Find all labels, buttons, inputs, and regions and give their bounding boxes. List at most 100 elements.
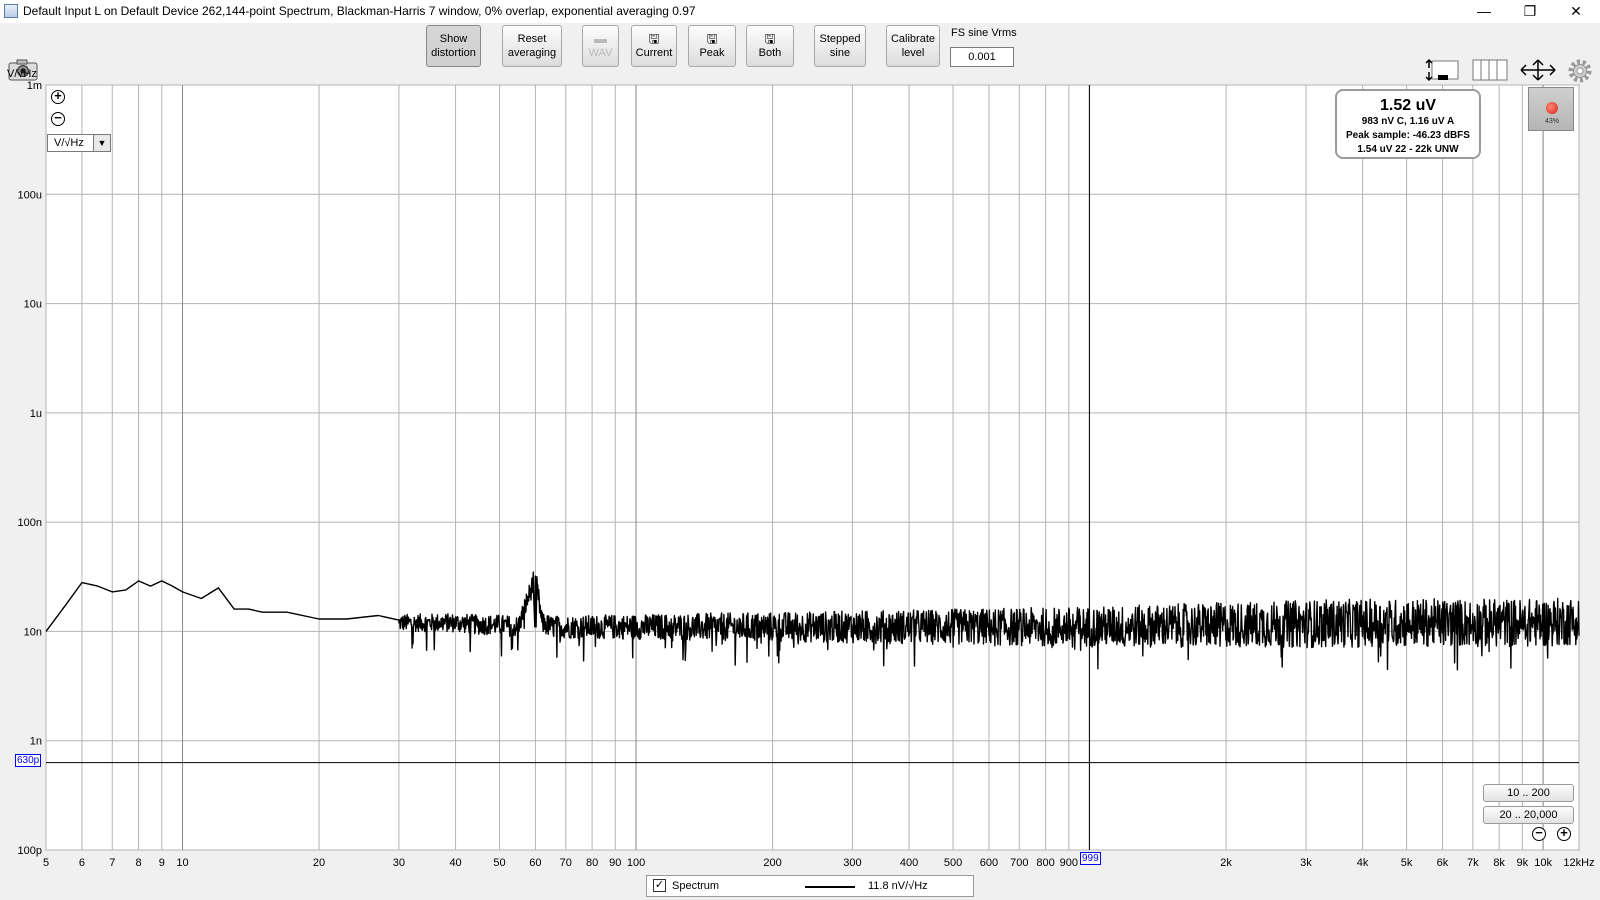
x-tick-label: 5 — [43, 857, 49, 869]
y-tick-label: 100u — [18, 189, 42, 201]
range-20-20000-button[interactable]: 20 .. 20,000 — [1483, 806, 1574, 824]
x-tick-label: 90 — [609, 857, 621, 869]
save-current-button[interactable]: 🖫 Current — [631, 25, 677, 67]
x-zoom-in-icon[interactable]: + — [1557, 826, 1571, 841]
x-tick-label: 8 — [136, 857, 142, 869]
x-tick-label: 700 — [1010, 857, 1028, 869]
show-distortion-label-1: Show — [439, 33, 468, 45]
reset-averaging-label-2: averaging — [507, 47, 557, 59]
x-tick-label: 5k — [1401, 857, 1413, 869]
y-tick-label: 100p — [18, 845, 42, 857]
range-10-200-button[interactable]: 10 .. 200 — [1483, 784, 1574, 802]
y-tick-label: 100n — [18, 517, 42, 529]
x-tick-label: 8k — [1493, 857, 1505, 869]
x-tick-label: 7 — [109, 857, 115, 869]
x-tick-label: 4k — [1357, 857, 1369, 869]
restore-button[interactable]: ❐ — [1507, 0, 1553, 23]
record-button[interactable]: 43% — [1528, 87, 1574, 131]
x-tick-label: 30 — [393, 857, 405, 869]
spectrum-checkbox[interactable]: ✓ — [653, 879, 666, 892]
wav-label: WAV — [588, 47, 613, 59]
x-tick-label: 10 — [176, 857, 188, 869]
zoom-out-icon[interactable]: − — [51, 111, 65, 126]
fs-sine-vrms-input[interactable] — [950, 47, 1014, 67]
x-tick-label: 300 — [843, 857, 861, 869]
window-title: Default Input L on Default Device 262,14… — [23, 4, 696, 18]
legend: ✓ Spectrum 11.8 nV/√Hz — [646, 875, 974, 897]
folder-icon: ▬ — [594, 31, 607, 46]
legend-line-swatch — [805, 886, 855, 888]
current-label: Current — [635, 47, 673, 59]
save-peak-button[interactable]: 🖫 Peak — [688, 25, 736, 67]
save-both-button[interactable]: 🖫 Both — [746, 25, 794, 67]
floppy-disk-icon: 🖫 — [706, 31, 718, 46]
level-readout-panel: 1.52 uV 983 nV C, 1.16 uV A Peak sample:… — [1335, 89, 1481, 159]
y-axis-unit-label: V/√Hz — [7, 68, 37, 80]
plot-area — [45, 84, 1580, 851]
x-tick-label: 9k — [1517, 857, 1529, 869]
calibrate-level-label-2: level — [901, 47, 925, 59]
close-button[interactable]: ✕ — [1553, 0, 1599, 23]
x-tick-label: 3k — [1300, 857, 1312, 869]
x-tick-label: 9 — [159, 857, 165, 869]
floppy-disk-icon: 🖫 — [764, 31, 776, 46]
legend-series-name: Spectrum — [672, 880, 720, 892]
record-percent: 43% — [1544, 118, 1559, 125]
wav-button[interactable]: ▬ WAV — [582, 25, 619, 67]
x-tick-label: 6 — [79, 857, 85, 869]
readout-main-value: 1.52 uV — [1379, 97, 1437, 114]
x-cursor-label[interactable]: 999 — [1080, 852, 1101, 865]
both-label: Both — [758, 47, 782, 59]
reset-averaging-label-1: Reset — [517, 33, 547, 45]
x-tick-label: 500 — [944, 857, 962, 869]
x-tick-label: 50 — [493, 857, 505, 869]
x-tick-label: 70 — [560, 857, 572, 869]
calibrate-level-label-1: Calibrate — [890, 33, 936, 45]
resize-panel-icon[interactable] — [1422, 58, 1460, 82]
x-tick-label: 600 — [980, 857, 998, 869]
x-tick-label: 800 — [1036, 857, 1054, 869]
readout-weighted: 983 nV C, 1.16 uV A — [1361, 116, 1455, 127]
x-tick-label: 12kHz — [1563, 857, 1594, 869]
x-tick-label: 20 — [313, 857, 325, 869]
zoom-in-icon[interactable]: + — [51, 89, 65, 104]
readout-peak-sample: Peak sample: -46.23 dBFS — [1346, 130, 1470, 141]
y-unit-selector-value: V/√Hz — [54, 137, 84, 149]
stepped-sine-button[interactable]: Stepped sine — [814, 25, 866, 67]
expand-arrows-icon[interactable] — [1519, 58, 1557, 82]
x-tick-label: 40 — [449, 857, 461, 869]
calibrate-level-button[interactable]: Calibrate level — [886, 25, 940, 67]
x-tick-label: 2k — [1220, 857, 1232, 869]
reset-averaging-button[interactable]: Reset averaging — [502, 25, 562, 67]
x-tick-label: 100 — [627, 857, 645, 869]
x-tick-label: 60 — [529, 857, 541, 869]
y-cursor-label[interactable]: 630p — [15, 754, 42, 767]
x-tick-label: 80 — [586, 857, 598, 869]
x-tick-label: 6k — [1437, 857, 1449, 869]
record-icon — [1546, 102, 1558, 114]
y-tick-label: 1u — [30, 408, 42, 420]
minimize-button[interactable]: — — [1461, 0, 1507, 23]
toolbar: Show distortion Reset averaging ▬ WAV 🖫 … — [0, 23, 1600, 83]
y-tick-label: 1m — [27, 80, 42, 92]
title-bar: Default Input L on Default Device 262,14… — [0, 0, 1600, 23]
stepped-sine-label-2: sine — [829, 47, 851, 59]
x-zoom-out-icon[interactable]: − — [1532, 826, 1546, 841]
chevron-down-icon: ▼ — [93, 135, 110, 151]
show-distortion-button[interactable]: Show distortion — [426, 25, 481, 67]
spectrum-plot[interactable]: 1m 100u 10u 1u 100n 10n 1n 100p5 6 7 8 9 10 20 30 40 50 6… — [0, 80, 1600, 875]
app-icon — [4, 4, 18, 18]
peak-label: Peak — [699, 47, 725, 59]
fs-sine-label: FS sine Vrms — [951, 27, 1017, 39]
y-tick-label: 10u — [24, 299, 42, 311]
x-tick-label: 10k — [1534, 857, 1552, 869]
floppy-disk-icon: 🖫 — [648, 31, 660, 46]
readout-unweighted: 1.54 uV 22 - 22k UNW — [1357, 144, 1459, 155]
x-tick-label: 200 — [763, 857, 781, 869]
show-distortion-label-2: distortion — [431, 47, 476, 59]
x-tick-label: 400 — [900, 857, 918, 869]
x-tick-label: 900 — [1060, 857, 1078, 869]
columns-icon[interactable] — [1472, 58, 1508, 82]
x-tick-label: 7k — [1467, 857, 1479, 869]
y-unit-selector[interactable]: V/√Hz ▼ — [47, 134, 111, 152]
